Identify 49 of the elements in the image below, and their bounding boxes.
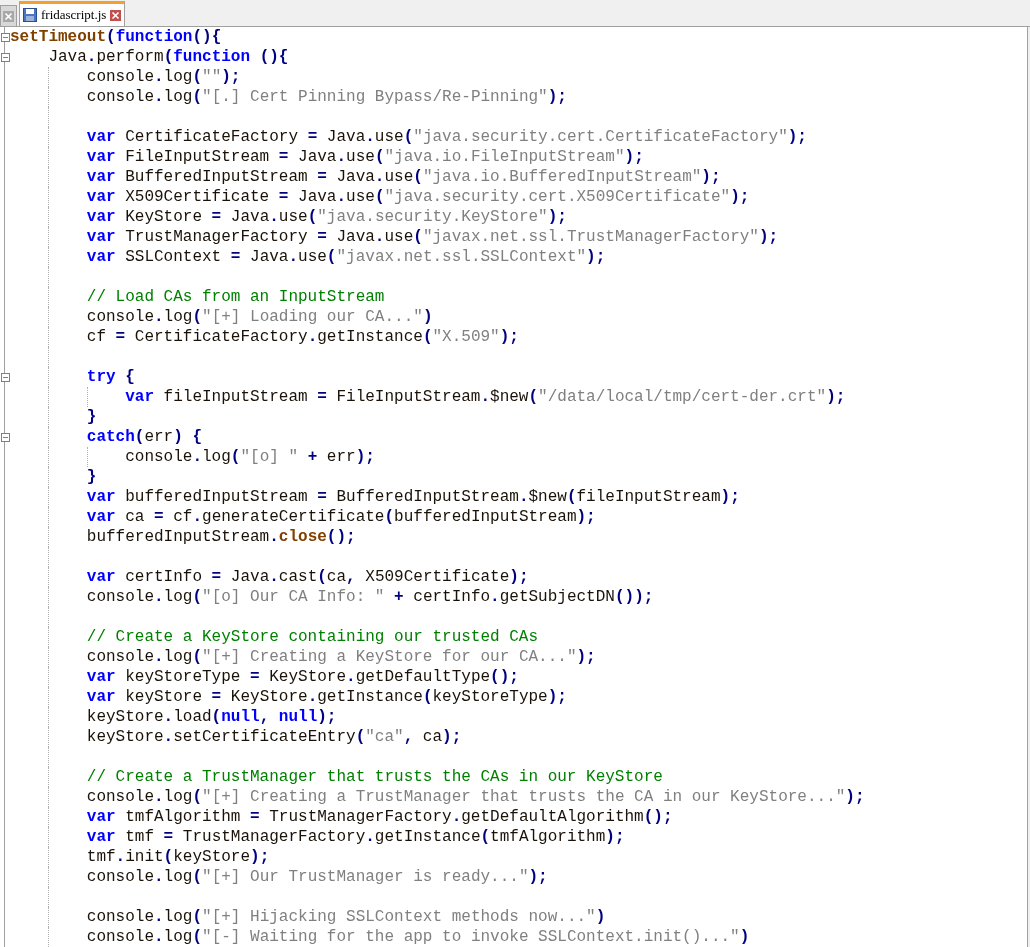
code-line: var CertificateFactory = Java.use("java.security.cert.CertificateFactory"); — [86, 127, 807, 147]
code-line: console.log("[+] Creating a TrustManager that trusts the CA in our KeyStore..."); — [86, 787, 865, 807]
close-icon[interactable] — [3, 10, 14, 22]
code-line: console.log("[-] Waiting for the app to invoke SSLContext.init()...") — [86, 927, 750, 947]
code-line: var TrustManagerFactory = Java.use("javax.net.ssl.TrustManagerFactory"); — [86, 227, 779, 247]
code-line: try { — [86, 367, 135, 387]
code-line: console.log("[+] Creating a KeyStore for our CA..."); — [86, 647, 596, 667]
file-tab[interactable] — [0, 5, 17, 26]
code-line: var bufferedInputStream = BufferedInputStream.$new(fileInputStream); — [86, 487, 740, 507]
code-line: var SSLContext = Java.use("javax.net.ssl.SSLContext"); — [86, 247, 606, 267]
code-line: var keyStoreType = KeyStore.getDefaultType(); — [86, 667, 519, 687]
code-line: var certInfo = Java.cast(ca, X509Certificate); — [86, 567, 529, 587]
close-icon[interactable] — [110, 9, 122, 21]
fold-collapse-icon[interactable] — [0, 32, 10, 42]
code-line: var KeyStore = Java.use("java.security.KeyStore"); — [86, 207, 567, 227]
fold-collapse-icon[interactable] — [0, 372, 10, 382]
code-line: var tmfAlgorithm = TrustManagerFactory.getDefaultAlgorithm(); — [86, 807, 673, 827]
code-line: var keyStore = KeyStore.getInstance(keyStoreType); — [86, 687, 567, 707]
code-line: var BufferedInputStream = Java.use("java.io.BufferedInputStream"); — [86, 167, 721, 187]
code-line: cf = CertificateFactory.getInstance("X.509"); — [86, 327, 519, 347]
code-line: var FileInputStream = Java.use("java.io.FileInputStream"); — [86, 147, 644, 167]
code-line: catch(err) { — [86, 427, 203, 447]
code-line: console.log("[+] Our TrustManager is ready..."); — [86, 867, 548, 887]
code-line: setTimeout(function(){ — [10, 27, 222, 47]
code-line: console.log("[+] Loading our CA...") — [86, 307, 433, 327]
code-line: var tmf = TrustManagerFactory.getInstance(tmfAlgorithm); — [86, 827, 625, 847]
code-line: // Create a KeyStore containing our trusted CAs — [86, 627, 539, 647]
code-line: console.log("[o] Our CA Info: " + certInfo.getSubjectDN()); — [86, 587, 654, 607]
file-tab[interactable]: fridascript.js — [19, 1, 126, 26]
code-line: bufferedInputStream.close(); — [86, 527, 356, 547]
tab-label: fridascript.js — [41, 6, 107, 25]
code-line: console.log(""); — [86, 67, 241, 87]
code-line: // Load CAs from an InputStream — [86, 287, 385, 307]
code-line: keyStore.load(null, null); — [86, 707, 337, 727]
code-line: var fileInputStream = FileInputStream.$new("/data/local/tmp/cert-der.crt"); — [125, 387, 846, 407]
code-line: console.log("[o] " + err); — [125, 447, 375, 467]
fold-collapse-icon[interactable] — [0, 52, 10, 62]
code-line: var ca = cf.generateCertificate(bufferedInputStream); — [86, 507, 596, 527]
code-line: tmf.init(keyStore); — [86, 847, 270, 867]
code-line: } — [86, 407, 97, 427]
fold-collapse-icon[interactable] — [0, 432, 10, 442]
code-line: var X509Certificate = Java.use("java.security.cert.X509Certificate"); — [86, 187, 750, 207]
code-editor[interactable] — [0, 27, 1028, 947]
code-line: Java.perform(function (){ — [48, 47, 289, 67]
code-line: console.log("[.] Cert Pinning Bypass/Re-Pinning"); — [86, 87, 567, 107]
code-line: } — [86, 467, 97, 487]
code-line: keyStore.setCertificateEntry("ca", ca); — [86, 727, 462, 747]
code-line: // Create a TrustManager that trusts the CAs in our KeyStore — [86, 767, 663, 787]
code-line: console.log("[+] Hijacking SSLContext methods now...") — [86, 907, 606, 927]
